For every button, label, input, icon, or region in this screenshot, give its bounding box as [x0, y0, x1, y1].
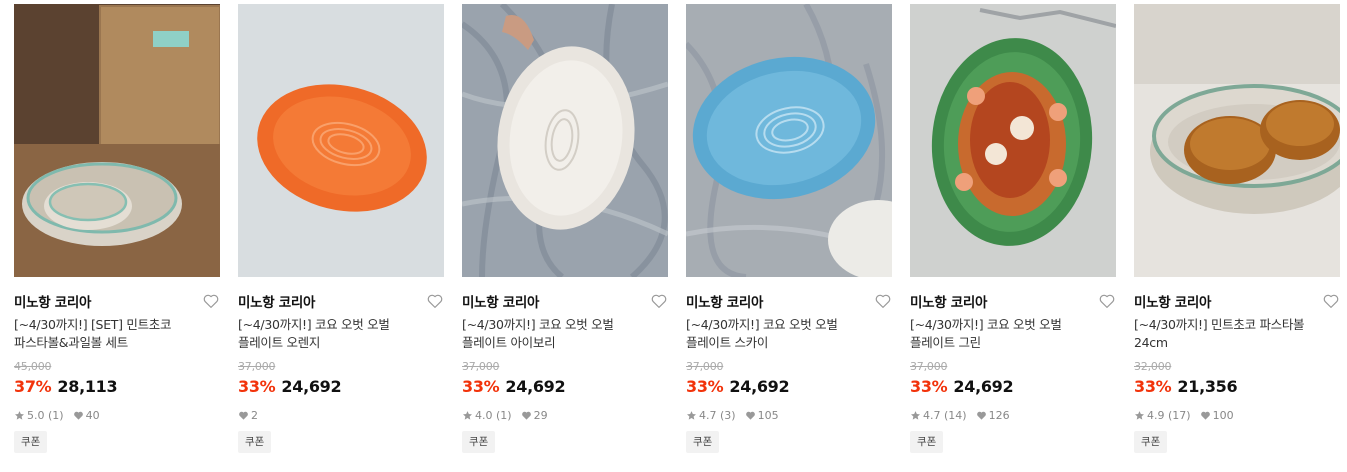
- likes-count: 40: [85, 408, 100, 422]
- product-title[interactable]: [~4/30까지!] [SET] 민트초코 파스타볼&과일볼 세트: [14, 316, 214, 352]
- discount-rate: 33%: [1134, 377, 1172, 396]
- brand-name[interactable]: 미노항 코리아: [462, 291, 539, 311]
- product-image[interactable]: [1134, 4, 1340, 277]
- heart-filled-icon: [521, 410, 532, 421]
- ivory-oval-plate-photo: [462, 4, 668, 277]
- orange-oval-plate-photo: [238, 4, 444, 277]
- wishlist-heart-icon[interactable]: [1098, 292, 1116, 310]
- review-meta: 4.0 (1) 29: [462, 407, 557, 423]
- coupon-badge: 쿠폰: [686, 431, 720, 453]
- heart-filled-icon: [745, 410, 756, 421]
- product-image[interactable]: [686, 4, 892, 277]
- brand-name[interactable]: 미노항 코리아: [238, 291, 315, 311]
- discount-rate: 33%: [238, 377, 276, 396]
- coupon-badge: 쿠폰: [462, 431, 496, 453]
- product-title[interactable]: [~4/30까지!] 코요 오벗 오벌 플레이트 아이보리: [462, 316, 662, 352]
- price-row: 33% 24,692: [686, 377, 790, 399]
- original-price: 37,000: [238, 360, 276, 373]
- product-card[interactable]: 미노항 코리아 [~4/30까지!] [SET] 민트초코 파스타볼&과일볼 세…: [14, 0, 220, 472]
- original-price: 37,000: [686, 360, 724, 373]
- sale-price: 21,356: [1177, 377, 1238, 396]
- sale-price: 24,692: [729, 377, 790, 396]
- price-row: 37% 28,113: [14, 377, 118, 399]
- product-card[interactable]: 미노항 코리아 [~4/30까지!] 민트초코 파스타볼 24cm 32,000…: [1134, 0, 1340, 472]
- sale-price: 24,692: [505, 377, 566, 396]
- price-row: 33% 24,692: [238, 377, 342, 399]
- review-meta: 4.7 (3) 105: [686, 407, 788, 423]
- product-image[interactable]: [462, 4, 668, 277]
- discount-rate: 37%: [14, 377, 52, 396]
- review-meta: 5.0 (1) 40: [14, 407, 109, 423]
- price-row: 33% 24,692: [910, 377, 1014, 399]
- product-card[interactable]: 미노항 코리아 [~4/30까지!] 코요 오벗 오벌 플레이트 아이보리 37…: [462, 0, 668, 472]
- sale-price: 24,692: [281, 377, 342, 396]
- original-price: 45,000: [14, 360, 52, 373]
- rating-text: 4.0 (1): [475, 408, 512, 422]
- star-icon: [686, 410, 697, 421]
- green-oval-plate-pasta-photo: [910, 4, 1116, 277]
- mint-pasta-bowl-bread-photo: [1134, 4, 1340, 277]
- rating-text: 4.7 (3): [699, 408, 736, 422]
- product-image[interactable]: [238, 4, 444, 277]
- product-title[interactable]: [~4/30까지!] 코요 오벗 오벌 플레이트 그린: [910, 316, 1110, 352]
- wishlist-heart-icon[interactable]: [426, 292, 444, 310]
- heart-filled-icon: [238, 410, 249, 421]
- likes-count: 126: [988, 408, 1010, 422]
- likes-count: 105: [757, 408, 779, 422]
- product-image[interactable]: [910, 4, 1116, 277]
- coupon-badge: 쿠폰: [14, 431, 48, 453]
- heart-filled-icon: [1200, 410, 1211, 421]
- rating-text: 4.7 (14): [923, 408, 967, 422]
- product-title[interactable]: [~4/30까지!] 코요 오벗 오벌 플레이트 스카이: [686, 316, 886, 352]
- star-icon: [1134, 410, 1145, 421]
- star-icon: [14, 410, 25, 421]
- wishlist-heart-icon[interactable]: [1322, 292, 1340, 310]
- original-price: 37,000: [462, 360, 500, 373]
- rating-text: 4.9 (17): [1147, 408, 1191, 422]
- mint-pasta-bowl-set-photo: [14, 4, 220, 277]
- review-meta: 4.9 (17) 100: [1134, 407, 1243, 423]
- brand-name[interactable]: 미노항 코리아: [910, 291, 987, 311]
- wishlist-heart-icon[interactable]: [202, 292, 220, 310]
- price-row: 33% 24,692: [462, 377, 566, 399]
- original-price: 37,000: [910, 360, 948, 373]
- wishlist-heart-icon[interactable]: [650, 292, 668, 310]
- product-card[interactable]: 미노항 코리아 [~4/30까지!] 코요 오벗 오벌 플레이트 그린 37,0…: [910, 0, 1116, 472]
- sale-price: 28,113: [57, 377, 118, 396]
- brand-name[interactable]: 미노항 코리아: [14, 291, 91, 311]
- coupon-badge: 쿠폰: [238, 431, 272, 453]
- brand-name[interactable]: 미노항 코리아: [1134, 291, 1211, 311]
- product-image[interactable]: [14, 4, 220, 277]
- discount-rate: 33%: [910, 377, 948, 396]
- product-grid: 미노항 코리아 [~4/30까지!] [SET] 민트초코 파스타볼&과일볼 세…: [0, 0, 1347, 472]
- likes-count: 2: [251, 408, 258, 422]
- star-icon: [910, 410, 921, 421]
- product-card[interactable]: 미노항 코리아 [~4/30까지!] 코요 오벗 오벌 플레이트 스카이 37,…: [686, 0, 892, 472]
- original-price: 32,000: [1134, 360, 1172, 373]
- coupon-badge: 쿠폰: [1134, 431, 1168, 453]
- sky-blue-oval-plate-photo: [686, 4, 892, 277]
- product-title[interactable]: [~4/30까지!] 코요 오벗 오벌 플레이트 오렌지: [238, 316, 438, 352]
- sale-price: 24,692: [953, 377, 1014, 396]
- heart-filled-icon: [976, 410, 987, 421]
- product-card[interactable]: 미노항 코리아 [~4/30까지!] 코요 오벗 오벌 플레이트 오렌지 37,…: [238, 0, 444, 472]
- review-meta: 4.7 (14) 126: [910, 407, 1019, 423]
- product-title[interactable]: [~4/30까지!] 민트초코 파스타볼 24cm: [1134, 316, 1334, 352]
- star-icon: [462, 410, 473, 421]
- wishlist-heart-icon[interactable]: [874, 292, 892, 310]
- price-row: 33% 21,356: [1134, 377, 1238, 399]
- likes-count: 100: [1212, 408, 1234, 422]
- rating-text: 5.0 (1): [27, 408, 64, 422]
- likes-count: 29: [533, 408, 548, 422]
- review-meta: 2: [238, 407, 267, 423]
- heart-filled-icon: [73, 410, 84, 421]
- discount-rate: 33%: [462, 377, 500, 396]
- brand-name[interactable]: 미노항 코리아: [686, 291, 763, 311]
- discount-rate: 33%: [686, 377, 724, 396]
- coupon-badge: 쿠폰: [910, 431, 944, 453]
